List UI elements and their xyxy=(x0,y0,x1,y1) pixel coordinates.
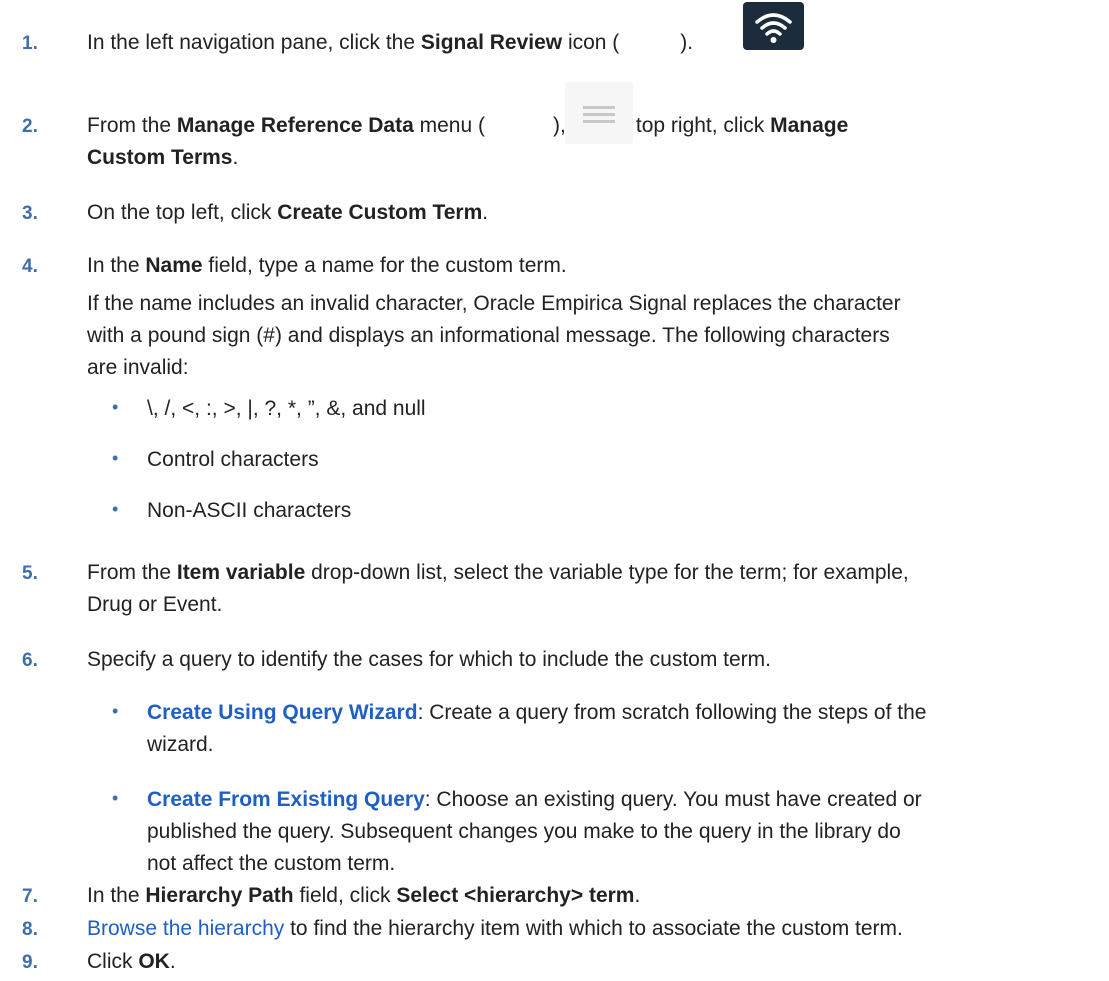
step-number: 3. xyxy=(22,203,38,224)
create-from-existing-query-link[interactable]: Create From Existing Query xyxy=(147,788,425,811)
step-number: 8. xyxy=(22,919,38,940)
manage-reference-data-menu-icon xyxy=(565,82,633,144)
step-number: 9. xyxy=(22,952,38,973)
step-text: From the Item variable drop-down list, s… xyxy=(87,561,909,616)
create-using-query-wizard-link[interactable]: Create Using Query Wizard xyxy=(147,701,418,724)
step-number: 2. xyxy=(22,116,38,137)
step-text: Click OK. xyxy=(87,950,176,973)
step-number: 5. xyxy=(22,563,38,584)
step-number: 4. xyxy=(22,256,38,277)
document: 1. In the left navigation pane, click th… xyxy=(0,0,1109,981)
step-text: In the left navigation pane, click the S… xyxy=(87,31,694,54)
step-text: On the top left, click Create Custom Ter… xyxy=(87,201,489,224)
step-4-note: If the name includes an invalid characte… xyxy=(87,292,901,379)
signal-review-wifi-icon xyxy=(743,2,804,50)
step-text: Specify a query to identify the cases fo… xyxy=(87,648,771,671)
browse-the-hierarchy-link[interactable]: Browse the hierarchy xyxy=(87,917,284,940)
step-text: In the Hierarchy Path field, click Selec… xyxy=(87,884,641,907)
step-text: Browse the hierarchy to find the hierarc… xyxy=(87,917,903,940)
step-number: 6. xyxy=(22,650,38,671)
step-number: 7. xyxy=(22,886,38,907)
step-text: In the Name field, type a name for the c… xyxy=(87,254,567,277)
step-number: 1. xyxy=(22,33,38,54)
